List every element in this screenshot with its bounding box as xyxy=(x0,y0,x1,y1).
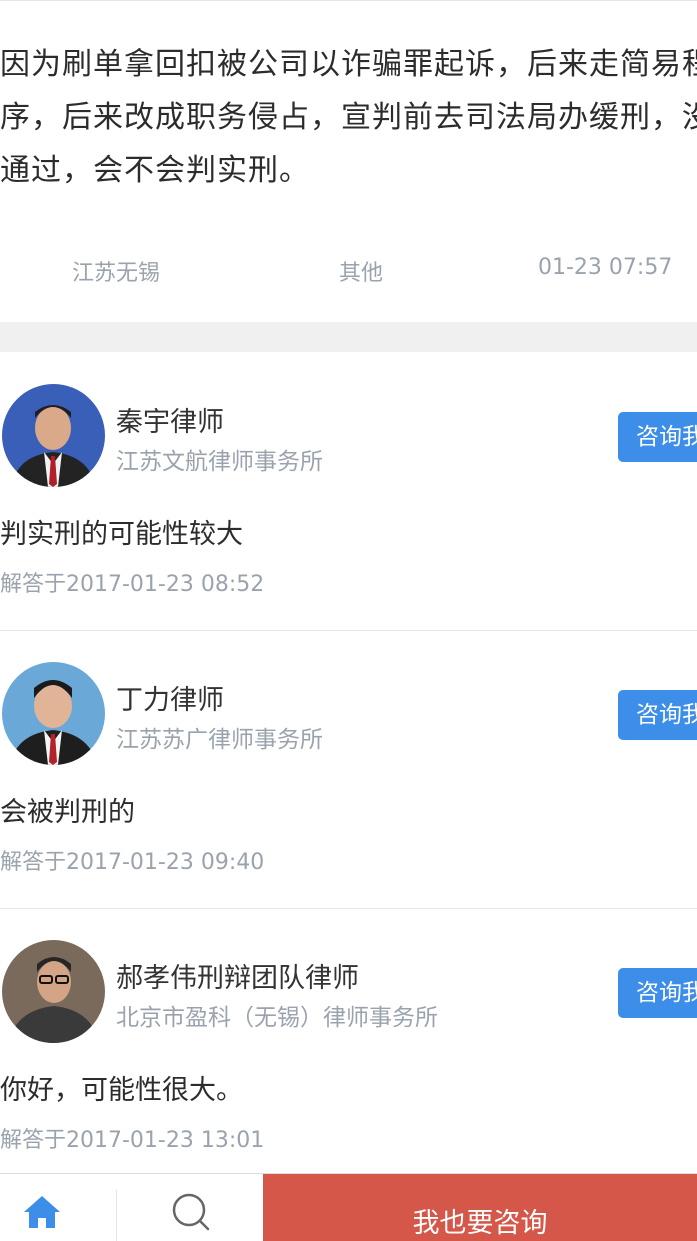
answer-text: 会被判刑的 xyxy=(0,797,135,828)
search-icon xyxy=(171,1192,211,1236)
question-meta: 江苏无锡 其他 01-23 07:57 xyxy=(0,255,697,289)
consult-me-button[interactable]: 咨询我 xyxy=(618,412,697,462)
consult-me-button[interactable]: 咨询我 xyxy=(618,968,697,1018)
question-detail-page: 因为刷单拿回扣被公司以诈骗罪起诉，后来走简易程序，后来改成职务侵占，宣判前去司法… xyxy=(0,0,697,1241)
answer-text: 你好，可能性很大。 xyxy=(0,1075,243,1106)
answer-time: 解答于2017-01-23 08:52 xyxy=(0,572,265,597)
bottom-bar: 我也要咨询 xyxy=(0,1173,697,1241)
answer-item: 丁力律师 江苏苏广律师事务所 咨询我 会被判刑的 解答于2017-01-23 0… xyxy=(0,630,697,909)
lawyer-avatar[interactable] xyxy=(2,940,105,1043)
answer-item: 秦宇律师 江苏文航律师事务所 咨询我 判实刑的可能性较大 解答于2017-01-… xyxy=(0,352,697,631)
consult-me-button[interactable]: 咨询我 xyxy=(618,690,697,740)
ask-consult-button[interactable]: 我也要咨询 xyxy=(263,1174,697,1241)
law-firm: 江苏苏广律师事务所 xyxy=(116,727,323,753)
home-icon xyxy=(22,1194,62,1234)
top-divider xyxy=(0,0,697,1)
answer-text: 判实刑的可能性较大 xyxy=(0,519,243,550)
question-location: 江苏无锡 xyxy=(72,261,161,286)
answer-item: 郝孝伟刑辩团队律师 北京市盈科（无锡）律师事务所 咨询我 你好，可能性很大。 解… xyxy=(0,908,697,1187)
lawyer-name[interactable]: 秦宇律师 xyxy=(116,400,224,439)
lawyer-avatar[interactable] xyxy=(2,662,105,765)
question-category: 其他 xyxy=(339,261,384,286)
search-tab[interactable] xyxy=(116,1190,263,1241)
lawyer-name[interactable]: 郝孝伟刑辩团队律师 xyxy=(116,956,359,995)
law-firm: 北京市盈科（无锡）律师事务所 xyxy=(116,1005,438,1031)
question-time: 01-23 07:57 xyxy=(538,255,673,280)
question-text: 因为刷单拿回扣被公司以诈骗罪起诉，后来走简易程序，后来改成职务侵占，宣判前去司法… xyxy=(0,47,697,188)
law-firm: 江苏文航律师事务所 xyxy=(116,449,323,475)
answer-time: 解答于2017-01-23 13:01 xyxy=(0,1128,265,1153)
lawyer-name[interactable]: 丁力律师 xyxy=(116,678,224,717)
lawyer-avatar[interactable] xyxy=(2,384,105,487)
section-divider xyxy=(0,322,697,352)
home-tab[interactable] xyxy=(0,1174,116,1241)
answer-time: 解答于2017-01-23 09:40 xyxy=(0,850,265,875)
